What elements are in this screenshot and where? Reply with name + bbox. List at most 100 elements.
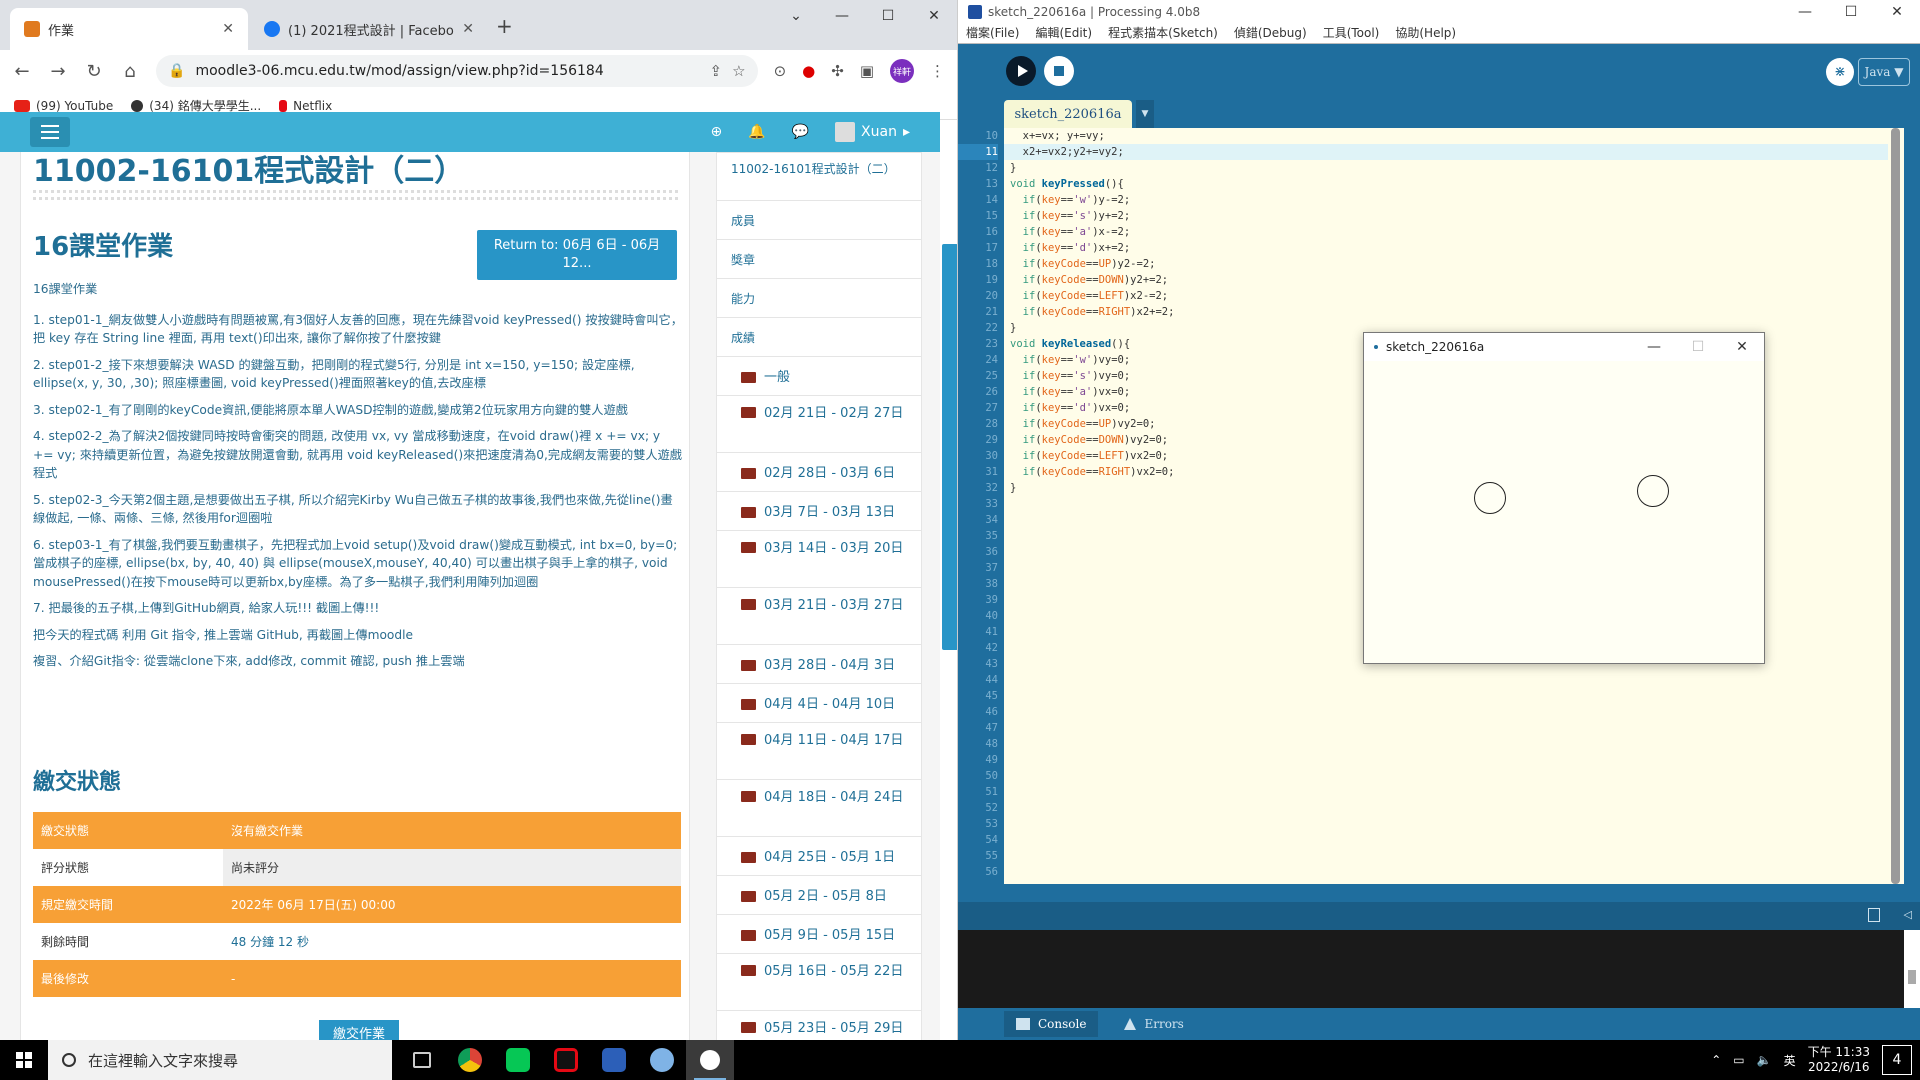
sidebar-week[interactable]: 03月 28日 - 04月 3日 [717,645,921,684]
menu-tool[interactable]: 工具(Tool) [1323,24,1380,43]
ime-indicator[interactable]: 英 [1784,1052,1796,1069]
sidepanel-icon[interactable]: ▣ [860,62,874,80]
maximize-icon[interactable]: ☐ [865,0,911,32]
tab-facebook[interactable]: (1) 2021程式設計 | Facebook ✕ [250,8,488,50]
maximize-icon[interactable]: ☐ [1828,4,1874,20]
line-number: 14 [985,194,998,206]
sidebar-week[interactable]: 03月 7日 - 03月 13日 [717,492,921,531]
sidebar-week[interactable]: 05月 2日 - 05月 8日 [717,876,921,915]
line-number: 42 [985,642,998,654]
line-number: 36 [985,546,998,558]
tab-console[interactable]: Console [1004,1011,1099,1037]
menu-debug[interactable]: 偵錯(Debug) [1234,24,1307,43]
address-bar[interactable]: 🔒 moodle3-06.mcu.edu.tw/mod/assign/view.… [156,55,758,87]
notification-bell-icon[interactable]: 🔔 [748,124,765,140]
add-submission-button[interactable]: 繳交作業 [319,1020,399,1040]
sidebar-week[interactable]: 03月 14日 - 03月 20日 [717,531,921,588]
task-view-icon[interactable] [398,1040,446,1080]
paint-icon[interactable] [638,1040,686,1080]
messages-icon[interactable]: 💬 [792,124,809,140]
minimize-icon[interactable]: — [1632,339,1676,355]
collapse-icon[interactable]: ◁ [1904,908,1912,921]
reload-icon[interactable]: ↻ [84,61,104,82]
close-icon[interactable]: ✕ [1874,4,1920,20]
sidebar-week[interactable]: 04月 18日 - 04月 24日 [717,780,921,837]
console-scrollbar[interactable] [1904,930,1920,1008]
volume-icon[interactable]: 🔈 [1757,1053,1772,1067]
menu-help[interactable]: 協助(Help) [1395,24,1456,43]
sketch-output-window[interactable]: sketch_220616a — ☐ ✕ [1363,332,1765,664]
search-icon[interactable]: ⊕ [710,124,722,140]
line-number: 27 [985,402,998,414]
opera-extension-icon[interactable]: ● [802,62,815,80]
tray-expand-icon[interactable]: ⌃ [1711,1053,1721,1067]
sidebar-week[interactable]: 03月 21日 - 03月 27日 [717,588,921,645]
home-icon[interactable]: ⌂ [120,61,140,82]
menu-edit[interactable]: 編輯(Edit) [1035,24,1092,43]
clock[interactable]: 下午 11:33 2022/6/16 [1808,1045,1870,1075]
line-number: 21 [985,306,998,318]
close-icon[interactable]: ✕ [1720,339,1764,355]
sidebar-week[interactable]: 05月 16日 - 05月 22日 [717,954,921,1011]
sketch-tab[interactable]: sketch_220616a [1004,100,1132,128]
page-scrollbar[interactable] [942,244,957,650]
line-icon[interactable] [494,1040,542,1080]
minimize-icon[interactable]: — [819,0,865,32]
forward-icon[interactable]: → [48,61,68,82]
menu-dots-icon[interactable]: ⋮ [930,62,945,80]
editor-scrollbar[interactable] [1888,128,1904,884]
return-button[interactable]: Return to: 06月 6日 - 06月 12... [477,230,677,280]
sidebar-course-link[interactable]: 11002-16101程式設計（二） [717,153,921,201]
stop-button[interactable] [1044,56,1074,86]
taskbar-search[interactable]: 在這裡輸入文字來搜尋 [48,1040,392,1080]
run-button[interactable] [1006,56,1036,86]
notification-center-icon[interactable]: 4 [1882,1045,1912,1075]
network-icon[interactable]: ▭ [1733,1053,1744,1067]
bookmark-youtube[interactable]: (99) YouTube [14,99,113,113]
minimize-icon[interactable]: — [1782,4,1828,20]
sidebar-week[interactable]: 02月 21日 - 02月 27日 [717,396,921,453]
chrome-icon[interactable] [446,1040,494,1080]
bookmark-star-icon[interactable]: ☆ [732,62,745,80]
puzzle-icon[interactable]: ✣ [831,62,844,80]
sidebar-week[interactable]: 一般 [717,357,921,396]
sidebar-week[interactable]: 04月 11日 - 04月 17日 [717,723,921,780]
code-line: if(keyCode==DOWN)y2+=2; [1022,274,1169,286]
sidebar-week[interactable]: 04月 25日 - 05月 1日 [717,837,921,876]
back-icon[interactable]: ← [12,61,32,82]
tab-label: Console [1038,1017,1087,1031]
close-tab-icon[interactable]: ✕ [462,21,474,37]
new-tab-icon[interactable]: + [496,14,513,38]
sidebar-week[interactable]: 05月 9日 - 05月 15日 [717,915,921,954]
profile-avatar[interactable]: 祥軒 [890,59,914,83]
tab-menu-button[interactable]: ▼ [1136,100,1154,128]
sketch-canvas[interactable] [1364,361,1764,663]
user-menu[interactable]: Xuan ▸ [835,122,910,142]
share-icon[interactable]: ⇪ [710,62,723,80]
sketch-run-icon[interactable] [686,1040,734,1080]
sidebar-item-grades[interactable]: 成績 [717,318,921,357]
close-tab-icon[interactable]: ✕ [222,21,234,37]
bookmark-netflix[interactable]: Netflix [279,99,332,113]
menu-file[interactable]: 檔案(File) [966,24,1019,43]
menu-sketch[interactable]: 程式素描本(Sketch) [1108,24,1218,43]
clipboard-icon[interactable] [1868,908,1880,922]
tab-errors[interactable]: Errors [1112,1011,1195,1037]
processing-icon[interactable] [590,1040,638,1080]
sidebar-week[interactable]: 04月 4日 - 04月 10日 [717,684,921,723]
mode-selector[interactable]: Java ▼ [1858,58,1910,86]
sidebar-item-competencies[interactable]: 能力 [717,279,921,318]
tab-search-icon[interactable]: ⌄ [773,0,819,32]
close-icon[interactable]: ✕ [911,0,957,32]
netflix-icon[interactable] [542,1040,590,1080]
extension-icon[interactable]: ⊙ [774,62,787,80]
sidebar-week[interactable]: 02月 28日 - 03月 6日 [717,453,921,492]
sidebar-item-participants[interactable]: 成員 [717,201,921,240]
drawer-toggle-button[interactable] [30,117,70,147]
start-button[interactable] [0,1040,48,1080]
tab-assignment[interactable]: 作業 ✕ [10,8,248,50]
sidebar-item-badges[interactable]: 獎章 [717,240,921,279]
sidebar-week[interactable]: 05月 23日 - 05月 29日 [717,1011,921,1040]
ide-status-bar: ◁ [958,902,1920,930]
debugger-icon[interactable]: ⋇ [1826,58,1854,86]
